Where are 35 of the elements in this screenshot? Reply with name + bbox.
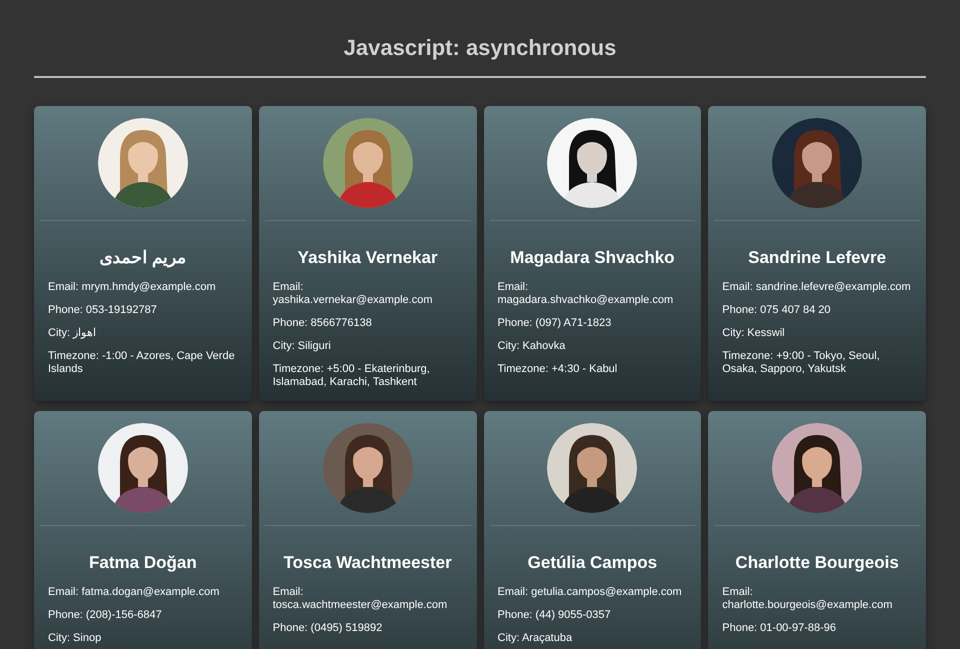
user-detail: Phone: 01-00-97-88-96: [722, 622, 837, 635]
user-detail: Timezone: +9:00 - Tokyo, Seoul, Osaka, Sapporo, Yakutsk: [722, 350, 881, 376]
user-detail: Timezone: +5:00 - Ekaterinburg, Islamabad, Karachi, Tashkent: [272, 363, 431, 389]
user-detail: City: Sinop: [48, 632, 102, 645]
user-detail: City: Araçatuba: [498, 632, 574, 645]
user-detail: City: Kahovka: [498, 340, 566, 353]
user-detail: Email: charlotte.bourgeois@example.com: [722, 586, 894, 612]
user-detail: City: اهواز: [48, 327, 98, 340]
page-title: Javascript: asynchronous: [342, 34, 618, 61]
user-name: Yashika Vernekar: [296, 247, 439, 269]
user-detail: Timezone: +4:30 - Kabul: [498, 363, 618, 376]
user-name: Tosca Wachtmeester: [282, 552, 453, 574]
user-detail: Email: yashika.vernekar@example.com: [272, 281, 434, 307]
user-detail: City: Kesswil: [722, 327, 786, 340]
user-detail: Email: fatma.dogan@example.com: [48, 586, 220, 599]
user-name: مریم احمدی: [98, 247, 188, 269]
user-detail: Email: tosca.wachtmeester@example.com: [272, 586, 448, 612]
user-detail: Phone: (208)-156-6847: [48, 609, 163, 622]
user-detail: Phone: (097) A71-1823: [498, 317, 612, 330]
user-name: Charlotte Bourgeois: [734, 552, 900, 574]
user-detail: Phone: (44) 9055-0357: [498, 609, 612, 622]
user-name: Sandrine Lefevre: [747, 247, 888, 269]
user-detail: Phone: 075 407 84 20: [722, 304, 832, 317]
user-detail: Email: sandrine.lefevre@example.com: [722, 281, 912, 294]
user-detail: Phone: 8566776138: [272, 317, 373, 330]
user-name: Getúlia Campos: [526, 552, 658, 574]
user-detail: Phone: (0495) 519892: [272, 622, 384, 635]
user-detail: Email: mrym.hmdy@example.com: [48, 281, 217, 294]
user-name: Magadara Shvachko: [509, 247, 676, 269]
user-detail: Email: magadara.shvachko@example.com: [498, 281, 674, 307]
user-name: Fatma Doğan: [88, 552, 198, 574]
user-detail: Email: getulia.campos@example.com: [498, 586, 683, 599]
user-detail: City: Siliguri: [272, 340, 332, 353]
user-detail: Phone: 053-19192787: [48, 304, 158, 317]
user-detail: Timezone: -1:00 - Azores, Cape Verde Islands: [48, 350, 236, 376]
